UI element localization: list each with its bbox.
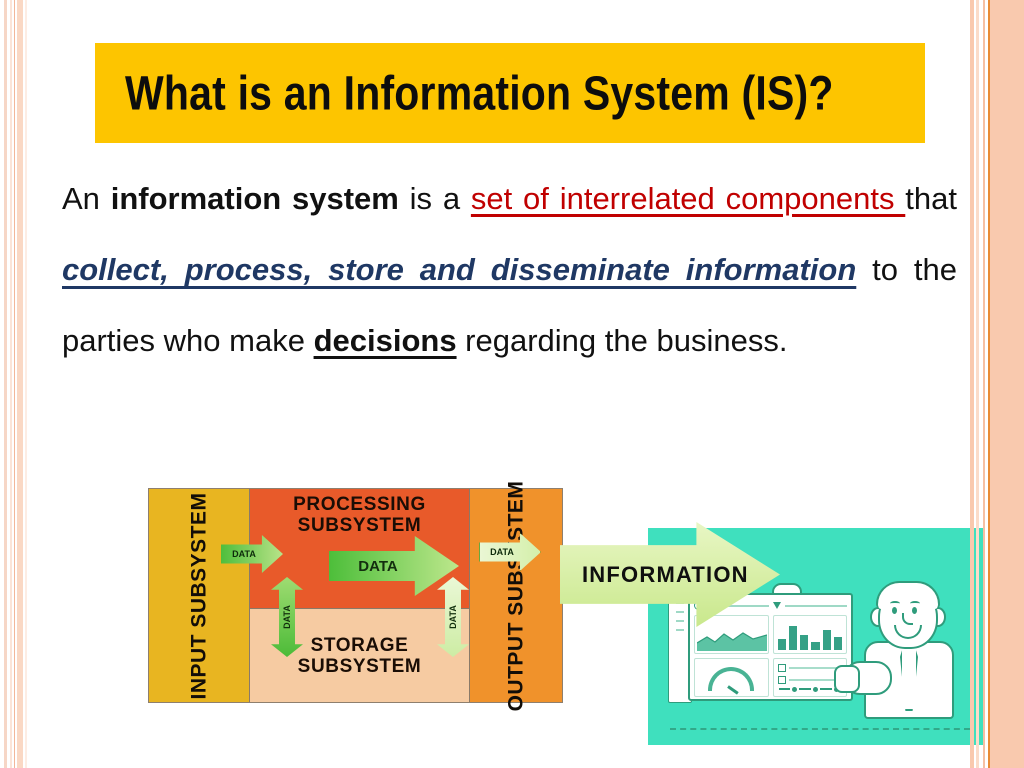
text-an: An: [62, 181, 111, 216]
output-subsystem-label: OUTPUT SUBSYSTEM: [504, 480, 528, 711]
text-set-of-interrelated-components: set of interrelated components: [470, 181, 906, 216]
input-subsystem-label: INPUT SUBSYSTEM: [187, 491, 211, 700]
bar-chart-widget: [772, 615, 847, 654]
gauge-widget: [694, 658, 769, 697]
bar-chart-icon: [777, 622, 842, 650]
filter-icon: [773, 602, 781, 609]
gauge-icon: [708, 667, 755, 692]
data-arrow-right-label: DATA: [447, 605, 458, 629]
checkbox-icon: [777, 676, 786, 684]
dashboard-widget-grid: [694, 615, 847, 697]
input-subsystem-block: INPUT SUBSYSTEM: [149, 489, 250, 702]
checklist-icon: [777, 664, 842, 688]
slider-icon: [778, 686, 842, 692]
right-accent-line: [988, 0, 990, 768]
left-stripe-3: [14, 0, 15, 768]
checkbox-icon: [777, 664, 786, 672]
title-banner: What is an Information System (IS)?: [95, 43, 925, 143]
data-arrow-left-label: DATA: [281, 605, 292, 629]
person-eyebrow-right: [910, 601, 920, 606]
person-eyebrow-left: [890, 601, 900, 606]
right-stripe-1: [970, 0, 974, 768]
left-stripe-2: [10, 0, 12, 768]
text-collect-process-store-disseminate: collect, process, store and disseminate …: [62, 252, 857, 287]
person-hand: [834, 665, 860, 693]
right-stripe-2: [976, 0, 979, 768]
text-regarding-business: regarding the business.: [456, 323, 788, 358]
output-subsystem-block: OUTPUT SUBSYSTEM: [469, 480, 562, 711]
text-that: that: [905, 181, 957, 216]
left-edge-decoration: [0, 0, 30, 768]
right-band: [988, 0, 1024, 768]
left-stripe-5: [25, 0, 27, 768]
text-information-system: information system: [110, 181, 399, 216]
text-decisions: decisions: [313, 323, 457, 358]
person-eye-left: [892, 607, 897, 614]
area-chart-icon: [697, 632, 767, 651]
subsystem-block-diagram: INPUT SUBSYSTEM PROCESSING SUBSYSTEM STO…: [148, 480, 563, 711]
text-is-a: is a: [398, 181, 471, 216]
information-system-figure: INPUT SUBSYSTEM PROCESSING SUBSYSTEM STO…: [0, 470, 1024, 768]
person-hair: [876, 581, 940, 609]
definition-paragraph: An information system is a set of interr…: [62, 163, 957, 376]
processing-subsystem-label: PROCESSING SUBSYSTEM: [293, 494, 426, 536]
right-stripe-3: [983, 0, 985, 768]
information-arrow-label: INFORMATION: [582, 561, 749, 587]
left-stripe-4: [17, 0, 23, 768]
toolbar-line-2: [785, 604, 847, 607]
businessman-illustration-icon: [834, 579, 970, 729]
page-title: What is an Information System (IS)?: [125, 65, 834, 120]
right-edge-decoration: [966, 0, 1024, 768]
left-stripe-1: [4, 0, 7, 768]
